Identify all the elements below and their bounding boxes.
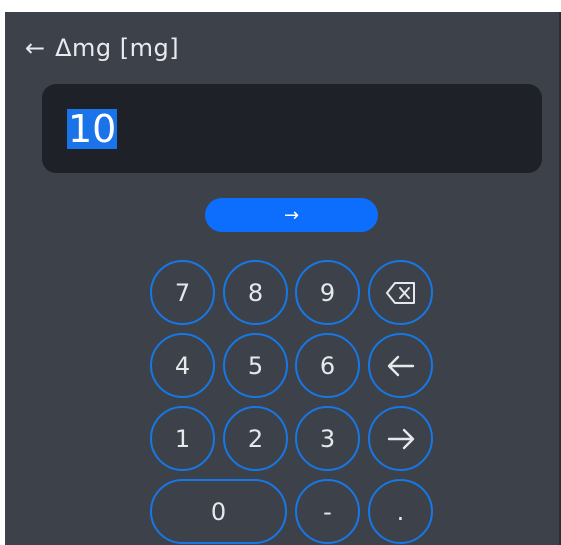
key-4[interactable]: 4 — [150, 333, 215, 398]
key-1[interactable]: 1 — [150, 406, 215, 471]
arrow-left-icon — [387, 355, 414, 376]
backspace-icon — [385, 281, 415, 304]
key-5[interactable]: 5 — [223, 333, 288, 398]
key-dot[interactable]: . — [368, 479, 433, 544]
numeric-input-screen: ← Δmg [mg] 10 → 7 8 9 4 5 6 1 2 3 0 - . — [5, 12, 561, 545]
key-8[interactable]: 8 — [223, 260, 288, 325]
cursor-left-key[interactable] — [368, 333, 433, 398]
arrow-right-icon — [387, 428, 414, 449]
cursor-right-key[interactable] — [368, 406, 433, 471]
key-7[interactable]: 7 — [150, 260, 215, 325]
backspace-key[interactable] — [368, 260, 433, 325]
back-arrow-icon[interactable]: ← — [25, 36, 45, 60]
key-2[interactable]: 2 — [223, 406, 288, 471]
key-minus[interactable]: - — [295, 479, 360, 544]
value-input-field[interactable]: 10 — [42, 84, 542, 173]
key-0[interactable]: 0 — [150, 479, 287, 544]
key-9[interactable]: 9 — [295, 260, 360, 325]
key-6[interactable]: 6 — [295, 333, 360, 398]
key-3[interactable]: 3 — [295, 406, 360, 471]
header: ← Δmg [mg] — [25, 32, 179, 64]
enter-button[interactable]: → — [205, 198, 378, 232]
page-title: Δmg [mg] — [55, 34, 180, 62]
value-input-text: 10 — [67, 107, 118, 151]
enter-arrow-icon: → — [283, 204, 300, 226]
